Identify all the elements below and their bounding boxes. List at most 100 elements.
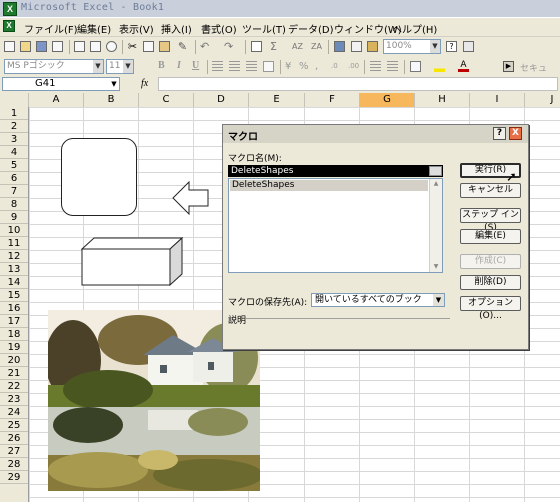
close-icon[interactable]: X — [509, 127, 522, 140]
row-header[interactable]: 18 — [0, 328, 28, 341]
hyperlink-icon[interactable] — [251, 41, 262, 52]
row-header[interactable]: 25 — [0, 419, 28, 432]
italic-icon[interactable]: I — [177, 60, 181, 71]
increase-decimal-icon[interactable]: .0 — [331, 61, 342, 72]
percent-icon[interactable]: % — [299, 61, 310, 72]
borders-icon[interactable] — [410, 61, 421, 72]
menu-view[interactable]: 表示(V) — [119, 21, 154, 36]
font-name-combo[interactable]: MS Pゴシック ▼ — [4, 59, 104, 74]
edit-button[interactable]: 編集(E) — [460, 229, 521, 244]
row-header[interactable]: 10 — [0, 224, 28, 237]
row-header[interactable]: 6 — [0, 172, 28, 185]
formula-input[interactable] — [158, 77, 558, 91]
help-icon[interactable]: ? — [493, 127, 506, 140]
chart-wizard-icon[interactable] — [334, 41, 345, 52]
security-label[interactable]: セキュ — [520, 61, 547, 74]
row-header[interactable]: 12 — [0, 250, 28, 263]
delete-button[interactable]: 削除(D) — [460, 275, 521, 290]
row-header[interactable]: 11 — [0, 237, 28, 250]
row-header[interactable]: 3 — [0, 133, 28, 146]
chevron-down-icon[interactable]: ▼ — [109, 78, 119, 90]
row-header[interactable]: 29 — [0, 471, 28, 484]
column-header[interactable]: I — [470, 93, 525, 107]
toolbar-options-icon[interactable]: ▶ — [503, 61, 514, 72]
column-header-selected[interactable]: G — [360, 93, 415, 107]
new-icon[interactable] — [4, 41, 15, 52]
scrollbar[interactable]: ▲ ▼ — [429, 179, 442, 272]
column-header[interactable]: B — [84, 93, 139, 107]
zoom-icon[interactable] — [367, 41, 378, 52]
select-all-corner[interactable] — [0, 93, 29, 107]
menu-help[interactable]: ヘルプ(H) — [392, 21, 437, 36]
chevron-down-icon[interactable]: ▼ — [430, 40, 440, 53]
chevron-down-icon[interactable]: ▼ — [433, 294, 444, 306]
create-button[interactable]: 作成(C) — [460, 254, 521, 269]
help-icon[interactable]: ? — [446, 41, 457, 52]
permission-icon[interactable] — [52, 41, 63, 52]
format-painter-icon[interactable]: ✎ — [177, 41, 188, 52]
scroll-down-icon[interactable]: ▼ — [431, 262, 441, 272]
align-left-icon[interactable] — [212, 61, 223, 72]
cube-shape[interactable] — [80, 237, 184, 287]
workbook-icon[interactable]: X — [3, 20, 15, 32]
column-header[interactable]: C — [139, 93, 194, 107]
comma-style-icon[interactable]: , — [315, 61, 326, 72]
sort-ascending-icon[interactable]: AZ — [292, 41, 303, 52]
scroll-up-icon[interactable]: ▲ — [431, 179, 441, 189]
rounded-rectangle-shape[interactable] — [61, 138, 137, 216]
name-box[interactable]: G41 ▼ — [2, 77, 120, 91]
decrease-indent-icon[interactable] — [370, 61, 381, 72]
increase-indent-icon[interactable] — [387, 61, 398, 72]
paste-icon[interactable] — [159, 41, 170, 52]
left-arrow-shape[interactable] — [172, 181, 210, 215]
open-icon[interactable] — [20, 41, 31, 52]
print-icon[interactable] — [74, 41, 85, 52]
merge-center-icon[interactable] — [263, 61, 274, 72]
research-icon[interactable] — [463, 41, 474, 52]
macro-name-input[interactable]: DeleteShapes — [228, 165, 443, 177]
print-preview-icon[interactable] — [90, 41, 101, 52]
row-header[interactable]: 1 — [0, 107, 28, 120]
menu-insert[interactable]: 挿入(I) — [161, 21, 192, 36]
column-header[interactable]: A — [29, 93, 84, 107]
row-header[interactable]: 4 — [0, 146, 28, 159]
row-header[interactable]: 14 — [0, 276, 28, 289]
chevron-down-icon[interactable]: ▼ — [93, 60, 103, 73]
location-select[interactable]: 開いているすべてのブック ▼ — [311, 293, 445, 307]
options-button[interactable]: オプション(O)... — [460, 296, 521, 321]
cut-icon[interactable]: ✂ — [127, 41, 138, 52]
row-header[interactable]: 26 — [0, 432, 28, 445]
menu-format[interactable]: 書式(O) — [201, 21, 237, 36]
save-icon[interactable] — [36, 41, 47, 52]
sort-descending-icon[interactable]: ZA — [311, 41, 322, 52]
font-color-icon[interactable]: A — [458, 61, 469, 72]
currency-icon[interactable]: ¥ — [285, 61, 296, 72]
row-header[interactable]: 8 — [0, 198, 28, 211]
decrease-decimal-icon[interactable]: .00 — [348, 61, 359, 72]
row-header[interactable]: 5 — [0, 159, 28, 172]
list-item[interactable]: DeleteShapes — [230, 180, 428, 191]
row-header[interactable]: 20 — [0, 354, 28, 367]
menu-tools[interactable]: ツール(T) — [242, 21, 286, 36]
row-header[interactable]: 28 — [0, 458, 28, 471]
underline-icon[interactable]: U — [192, 60, 199, 71]
chevron-down-icon[interactable]: ▼ — [123, 60, 133, 73]
row-header[interactable]: 24 — [0, 406, 28, 419]
undo-icon[interactable]: ↶ — [200, 41, 211, 52]
copy-icon[interactable] — [143, 41, 154, 52]
row-header[interactable]: 19 — [0, 341, 28, 354]
column-header[interactable]: F — [305, 93, 360, 107]
spelling-icon[interactable] — [106, 41, 117, 52]
row-header[interactable]: 2 — [0, 120, 28, 133]
menu-edit[interactable]: 編集(E) — [77, 21, 111, 36]
menu-file[interactable]: ファイル(F) — [24, 21, 78, 36]
zoom-combo[interactable]: 100% ▼ — [383, 39, 441, 54]
row-header[interactable]: 15 — [0, 289, 28, 302]
column-header[interactable]: D — [194, 93, 249, 107]
step-into-button[interactable]: ステップ イン(S) — [460, 208, 521, 233]
column-header[interactable]: J — [525, 93, 560, 107]
row-header[interactable]: 7 — [0, 185, 28, 198]
row-header[interactable]: 13 — [0, 263, 28, 276]
column-header[interactable]: E — [249, 93, 305, 107]
align-right-icon[interactable] — [246, 61, 257, 72]
